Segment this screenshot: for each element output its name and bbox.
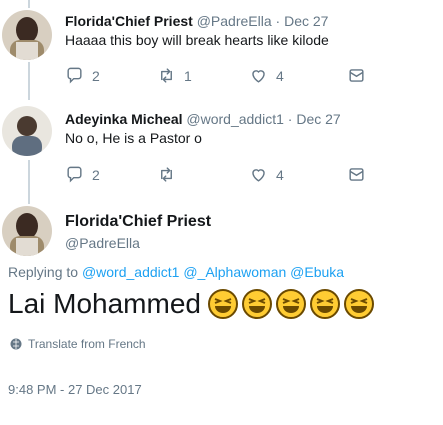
- message-button[interactable]: [347, 165, 366, 184]
- reply-icon: [65, 165, 84, 184]
- tweet-text: No o, He is a Pastor o: [65, 130, 202, 146]
- grinning-squinting-face-icon: [207, 289, 238, 319]
- reply-tweet-1[interactable]: Florida'Chief Priest @PadreElla · Dec 27…: [65, 12, 435, 50]
- retweet-button[interactable]: [157, 165, 249, 184]
- replying-to: Replying to @word_addict1 @_Alphawoman @…: [8, 264, 344, 280]
- reply-count: 2: [92, 67, 100, 84]
- emoji-group: [207, 288, 377, 320]
- tweet-date[interactable]: Dec 27: [296, 111, 340, 127]
- reply-button[interactable]: 2: [65, 66, 157, 85]
- tweet-timestamp[interactable]: 9:48 PM - 27 Dec 2017: [8, 382, 142, 397]
- tweet-date[interactable]: Dec 27: [284, 13, 328, 29]
- action-bar: 2 1 4: [65, 66, 366, 85]
- grinning-squinting-face-icon: [343, 289, 374, 319]
- reply-icon: [65, 66, 84, 85]
- grinning-squinting-face-icon: [241, 289, 272, 319]
- mention-link[interactable]: @_Alphawoman: [183, 264, 286, 280]
- author-handle[interactable]: @PadreElla: [197, 13, 272, 29]
- mention-link[interactable]: @word_addict1: [82, 264, 180, 280]
- like-count: 4: [276, 67, 284, 84]
- reply-tweet-2[interactable]: Adeyinka Micheal @word_addict1 · Dec 27 …: [65, 110, 435, 148]
- envelope-icon: [347, 165, 366, 184]
- heart-icon: [249, 165, 268, 184]
- replying-prefix: Replying to: [8, 264, 79, 280]
- translate-label: Translate from French: [28, 337, 146, 351]
- mention-link[interactable]: @Ebuka: [290, 264, 344, 280]
- message-button[interactable]: [347, 66, 366, 85]
- thread-line-top: [28, 0, 30, 8]
- avatar[interactable]: [2, 106, 52, 156]
- thread-line-1: [28, 62, 30, 100]
- retweet-icon: [157, 66, 176, 85]
- reply-count: 2: [92, 166, 100, 183]
- grinning-squinting-face-icon: [309, 289, 340, 319]
- separator: ·: [275, 13, 281, 29]
- translate-link[interactable]: Translate from French: [10, 337, 146, 351]
- like-button[interactable]: 4: [249, 165, 347, 184]
- author-handle[interactable]: @word_addict1: [186, 111, 284, 127]
- thread-line-2: [28, 160, 30, 204]
- separator: ·: [287, 111, 293, 127]
- author-name[interactable]: Florida'Chief Priest: [65, 212, 211, 232]
- heart-icon: [249, 66, 268, 85]
- author-name[interactable]: Florida'Chief Priest: [65, 13, 193, 29]
- action-bar: 2 4: [65, 165, 366, 184]
- retweet-count: 1: [184, 67, 192, 84]
- main-tweet-text: Lai Mohammed: [8, 284, 377, 324]
- tweet-text: Haaaa this boy will break hearts like ki…: [65, 32, 329, 48]
- reply-button[interactable]: 2: [65, 165, 157, 184]
- envelope-icon: [347, 66, 366, 85]
- grinning-squinting-face-icon: [275, 289, 306, 319]
- author-handle[interactable]: @PadreElla: [65, 234, 211, 252]
- avatar[interactable]: [2, 206, 52, 256]
- like-button[interactable]: 4: [249, 66, 347, 85]
- avatar[interactable]: [2, 10, 52, 60]
- globe-icon: [10, 338, 22, 350]
- retweet-button[interactable]: 1: [157, 66, 249, 85]
- author-name[interactable]: Adeyinka Micheal: [65, 111, 183, 127]
- retweet-icon: [157, 165, 176, 184]
- like-count: 4: [276, 166, 284, 183]
- main-tweet-header: Florida'Chief Priest @PadreElla: [65, 212, 211, 252]
- tweet-text: Lai Mohammed: [8, 288, 201, 319]
